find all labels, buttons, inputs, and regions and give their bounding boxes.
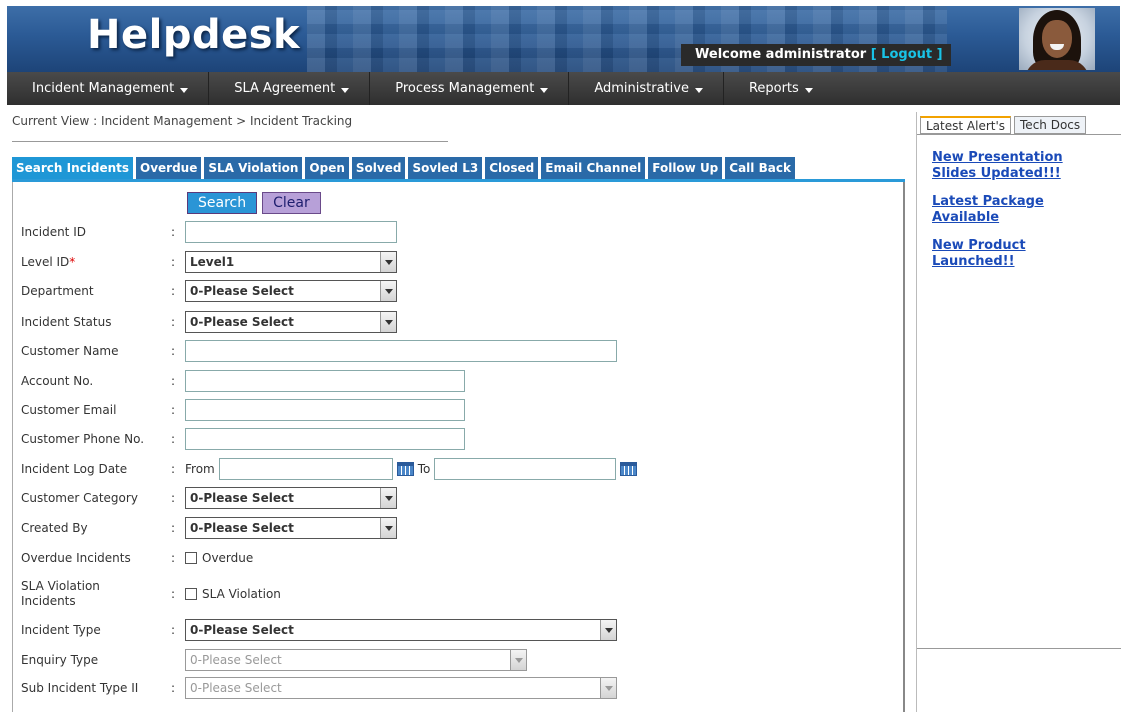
to-label: To xyxy=(417,462,431,476)
tab-tech-docs[interactable]: Tech Docs xyxy=(1014,116,1087,134)
customer-phone-input[interactable] xyxy=(185,428,465,450)
level-id-select[interactable]: Level1 xyxy=(185,251,397,273)
tab-open[interactable]: Open xyxy=(305,157,349,179)
chevron-down-icon xyxy=(180,87,189,93)
overdue-checkbox[interactable] xyxy=(185,552,197,564)
tab-follow-up[interactable]: Follow Up xyxy=(648,157,723,179)
tab-sla-violation[interactable]: SLA Violation xyxy=(204,157,303,179)
divider xyxy=(12,141,448,142)
tab-solved[interactable]: Solved xyxy=(351,157,406,179)
chevron-down-icon xyxy=(804,87,813,93)
from-label: From xyxy=(185,462,215,476)
department-select[interactable]: 0-Please Select xyxy=(185,280,397,302)
tab-call-back[interactable]: Call Back xyxy=(725,157,795,179)
chevron-down-icon xyxy=(380,488,396,508)
nav-process-management[interactable]: Process Management xyxy=(370,72,570,105)
tab-closed[interactable]: Closed xyxy=(485,157,539,179)
chevron-down-icon xyxy=(600,678,616,698)
sub-incident-type-select[interactable]: 0-Please Select xyxy=(185,677,617,699)
enquiry-type-label: Enquiry Type xyxy=(21,652,99,667)
logout-link[interactable]: [ Logout ] xyxy=(871,47,943,62)
customer-category-select[interactable]: 0-Please Select xyxy=(185,487,397,509)
nav-incident-management[interactable]: Incident Management xyxy=(7,72,210,105)
sla-violation-checkbox[interactable] xyxy=(185,588,197,600)
customer-phone-label: Customer Phone No. xyxy=(21,431,145,446)
calendar-icon[interactable] xyxy=(396,462,414,476)
divider xyxy=(917,648,1121,649)
main-nav: Incident Management SLA Agreement Proces… xyxy=(7,72,1120,105)
tab-email-channel[interactable]: Email Channel xyxy=(541,157,646,179)
overdue-incidents-label: Overdue Incidents xyxy=(21,550,131,565)
alert-link[interactable]: New Product Launched!! xyxy=(932,238,1107,270)
header-banner: Helpdesk Welcome administrator [ Logout … xyxy=(7,6,1120,72)
incident-status-label: Incident Status xyxy=(21,314,112,329)
level-id-label: Level ID* xyxy=(21,254,76,269)
welcome-text: Welcome administrator xyxy=(695,47,867,62)
created-by-label: Created By xyxy=(21,520,88,535)
welcome-bar: Welcome administrator [ Logout ] xyxy=(681,44,951,66)
incident-log-date-label: Incident Log Date xyxy=(21,461,128,476)
search-button[interactable]: Search xyxy=(187,192,258,214)
app-logo: Helpdesk xyxy=(87,12,301,58)
alert-link[interactable]: New Presentation Slides Updated!!! xyxy=(932,150,1107,182)
chevron-down-icon xyxy=(510,650,526,670)
chevron-down-icon xyxy=(694,87,703,93)
chevron-down-icon xyxy=(600,620,616,640)
enquiry-type-select[interactable]: 0-Please Select xyxy=(185,649,527,671)
calendar-icon[interactable] xyxy=(620,462,638,476)
chevron-down-icon xyxy=(540,87,549,93)
overdue-checkbox-label: Overdue xyxy=(202,551,254,565)
customer-email-input[interactable] xyxy=(185,399,465,421)
incident-type-select[interactable]: 0-Please Select xyxy=(185,619,617,641)
customer-category-label: Customer Category xyxy=(21,490,138,505)
account-no-label: Account No. xyxy=(21,373,94,388)
search-form: Search Clear Incident ID : Level ID* : L… xyxy=(12,182,905,712)
customer-name-input[interactable] xyxy=(185,340,617,362)
alerts-sidebar: Latest Alert's Tech Docs New Presentatio… xyxy=(916,112,1121,712)
nav-reports[interactable]: Reports xyxy=(724,72,833,105)
incident-type-label: Incident Type xyxy=(21,622,101,637)
breadcrumb: Current View : Incident Management > Inc… xyxy=(12,114,353,128)
sub-incident-type-label: Sub Incident Type II xyxy=(21,680,139,695)
department-label: Department xyxy=(21,283,94,298)
sla-violation-incidents-label: SLA Violation Incidents xyxy=(21,579,100,608)
nav-administrative[interactable]: Administrative xyxy=(569,72,724,105)
tab-search-incidents[interactable]: Search Incidents xyxy=(12,157,134,179)
customer-name-label: Customer Name xyxy=(21,343,119,358)
tab-solved-l3[interactable]: Sovled L3 xyxy=(408,157,483,179)
chevron-down-icon xyxy=(380,252,396,272)
sla-violation-checkbox-label: SLA Violation xyxy=(202,587,281,601)
date-from-input[interactable] xyxy=(218,458,393,480)
chevron-down-icon xyxy=(380,281,396,301)
created-by-select[interactable]: 0-Please Select xyxy=(185,517,397,539)
chevron-down-icon xyxy=(380,518,396,538)
customer-email-label: Customer Email xyxy=(21,402,117,417)
alert-link[interactable]: Latest Package Available xyxy=(932,194,1107,226)
incident-id-label: Incident ID xyxy=(21,224,86,239)
date-to-input[interactable] xyxy=(434,458,617,480)
incident-id-input[interactable] xyxy=(185,221,397,243)
account-no-input[interactable] xyxy=(185,370,465,392)
tab-overdue[interactable]: Overdue xyxy=(136,157,202,179)
clear-button[interactable]: Clear xyxy=(262,192,321,214)
chevron-down-icon xyxy=(380,312,396,332)
chevron-down-icon xyxy=(341,87,350,93)
tab-latest-alerts[interactable]: Latest Alert's xyxy=(920,116,1012,134)
support-agent-image xyxy=(1019,8,1095,70)
divider xyxy=(917,134,1121,135)
incident-status-select[interactable]: 0-Please Select xyxy=(185,311,397,333)
nav-sla-agreement[interactable]: SLA Agreement xyxy=(209,72,371,105)
incident-tabs: Search Incidents Overdue SLA Violation O… xyxy=(12,157,798,179)
